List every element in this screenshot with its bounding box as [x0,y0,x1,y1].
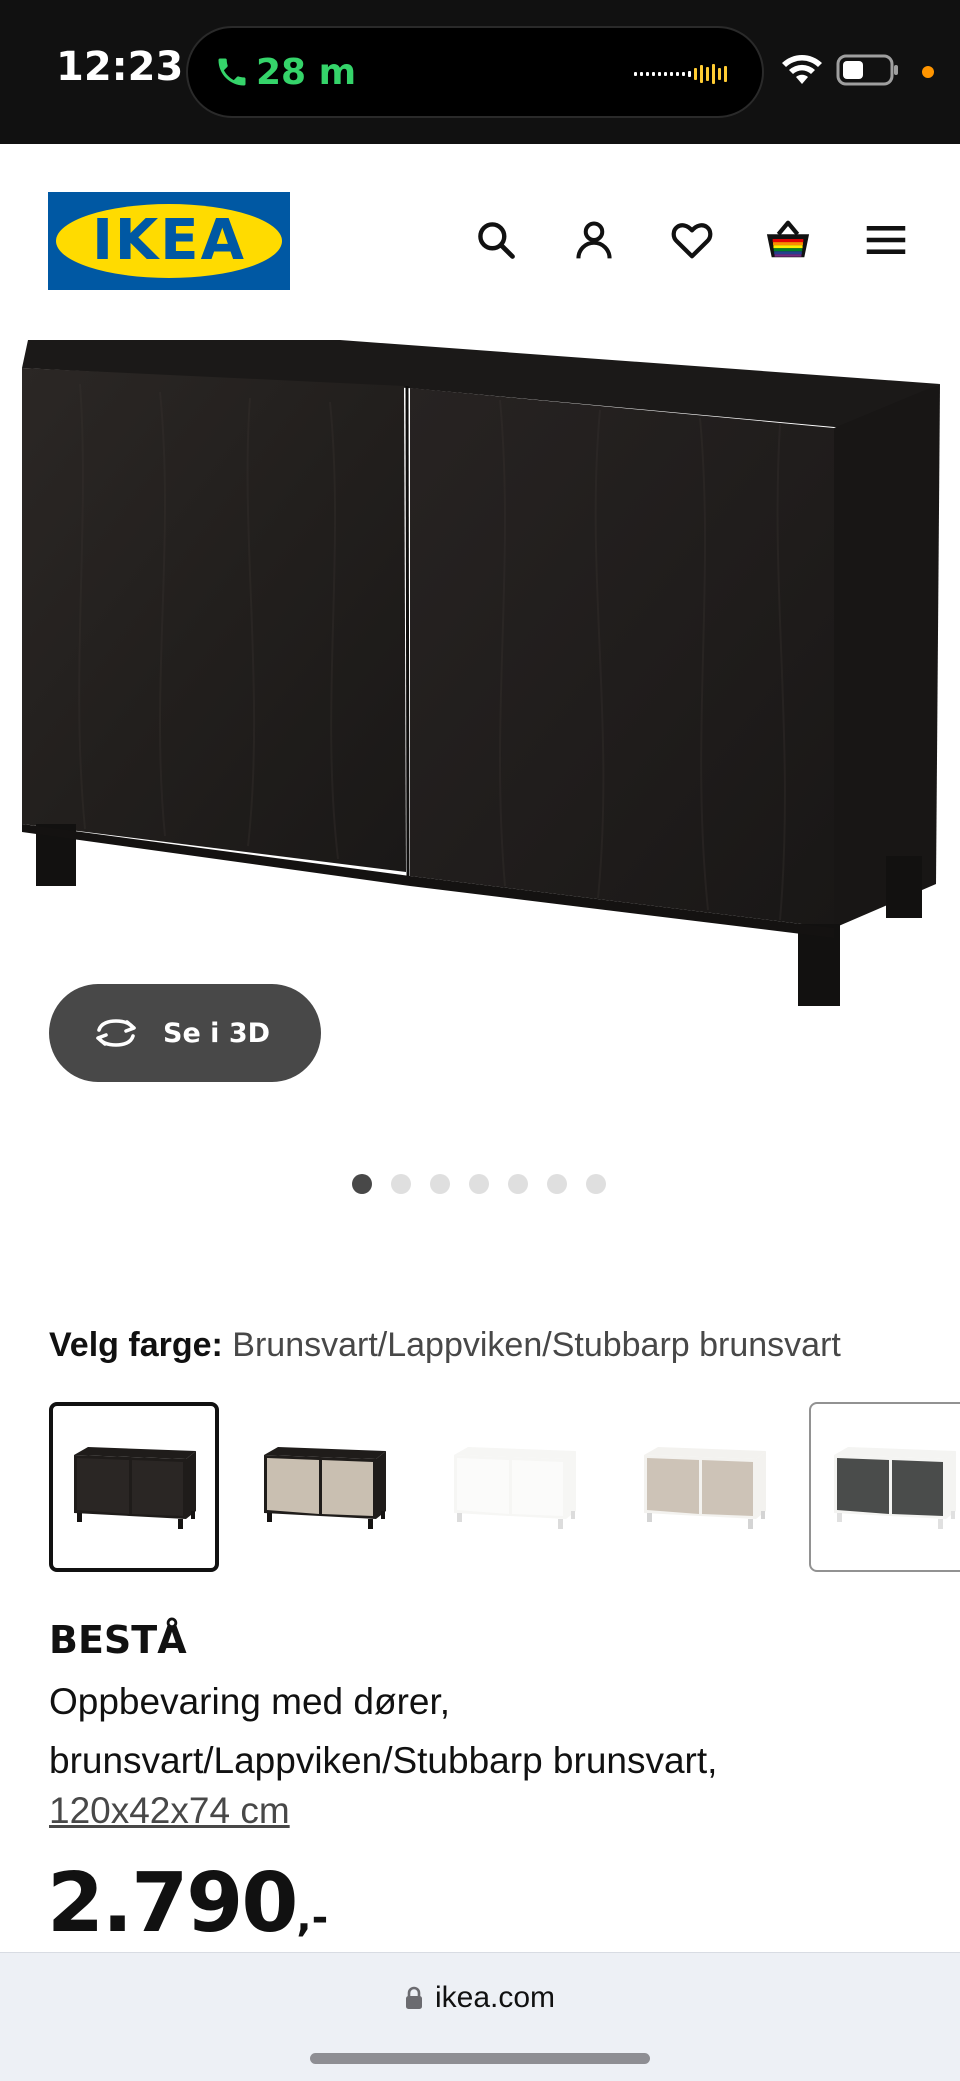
pagination-dot[interactable] [430,1174,450,1194]
sideboard-thumbnail [74,1447,196,1529]
price-value: 2.790 [47,1856,298,1951]
selected-color-value: Brunsvart/Lappviken/Stubbarp brunsvart [232,1326,841,1364]
home-indicator[interactable] [310,2053,650,2064]
sideboard-thumbnail [834,1447,956,1529]
product-price: 2.790,- [47,1856,328,1951]
menu-icon[interactable] [860,214,912,266]
url-text: ikea.com [434,1981,556,2014]
color-swatch[interactable] [809,1402,960,1572]
call-duration: 28 m [256,52,357,93]
site-header: IKEA [0,144,960,324]
dynamic-island-call[interactable]: 28 m [186,26,764,118]
sideboard-thumbnail [644,1447,766,1529]
product-name: BESTÅ [49,1618,187,1662]
account-icon[interactable] [568,214,620,266]
waveform-icon [634,64,727,84]
address-bar[interactable]: ikea.com [0,1981,960,2015]
color-label: Velg farge: [49,1326,223,1364]
ikea-logo[interactable]: IKEA [48,192,290,290]
color-swatch[interactable] [239,1402,409,1572]
price-suffix: ,- [296,1895,329,1941]
color-swatches [49,1402,960,1572]
view-in-3d-label: Se i 3D [163,1017,271,1049]
color-swatch[interactable] [619,1402,789,1572]
search-icon[interactable] [470,214,522,266]
battery-icon [836,54,898,86]
view-in-3d-button[interactable]: Se i 3D [49,984,321,1082]
color-swatch[interactable] [49,1402,219,1572]
heart-icon[interactable] [666,214,718,266]
pagination-dot[interactable] [469,1174,489,1194]
lock-icon [405,1986,422,2009]
pagination-dot[interactable] [547,1174,567,1194]
privacy-dot [922,66,934,78]
status-time: 12:23 [56,44,184,90]
gallery-pagination [352,1174,606,1194]
pagination-dot[interactable] [352,1174,372,1194]
phone-icon [218,58,246,86]
color-swatch[interactable] [429,1402,599,1572]
status-bar: 12:23 28 m [0,0,960,144]
pagination-dot[interactable] [508,1174,528,1194]
browser-bottom-bar: ikea.com [0,1952,960,2081]
product-image[interactable] [0,324,960,1044]
logo-text: IKEA [92,208,246,273]
sideboard-photo [22,340,940,1006]
sideboard-thumbnail [264,1447,386,1529]
product-dimensions-link[interactable]: 120x42x74 cm [49,1790,290,1832]
color-selector-heading: Velg farge: Brunsvart/Lappviken/Stubbarp… [49,1326,841,1365]
pagination-dot[interactable] [586,1174,606,1194]
sideboard-thumbnail [454,1447,576,1529]
wifi-icon [782,55,822,84]
shopping-bag-icon[interactable] [762,214,814,266]
pagination-dot[interactable] [391,1174,411,1194]
rotate-3d-icon [96,1019,136,1047]
product-description: Oppbevaring med dører, brunsvart/Lappvik… [49,1681,718,1781]
